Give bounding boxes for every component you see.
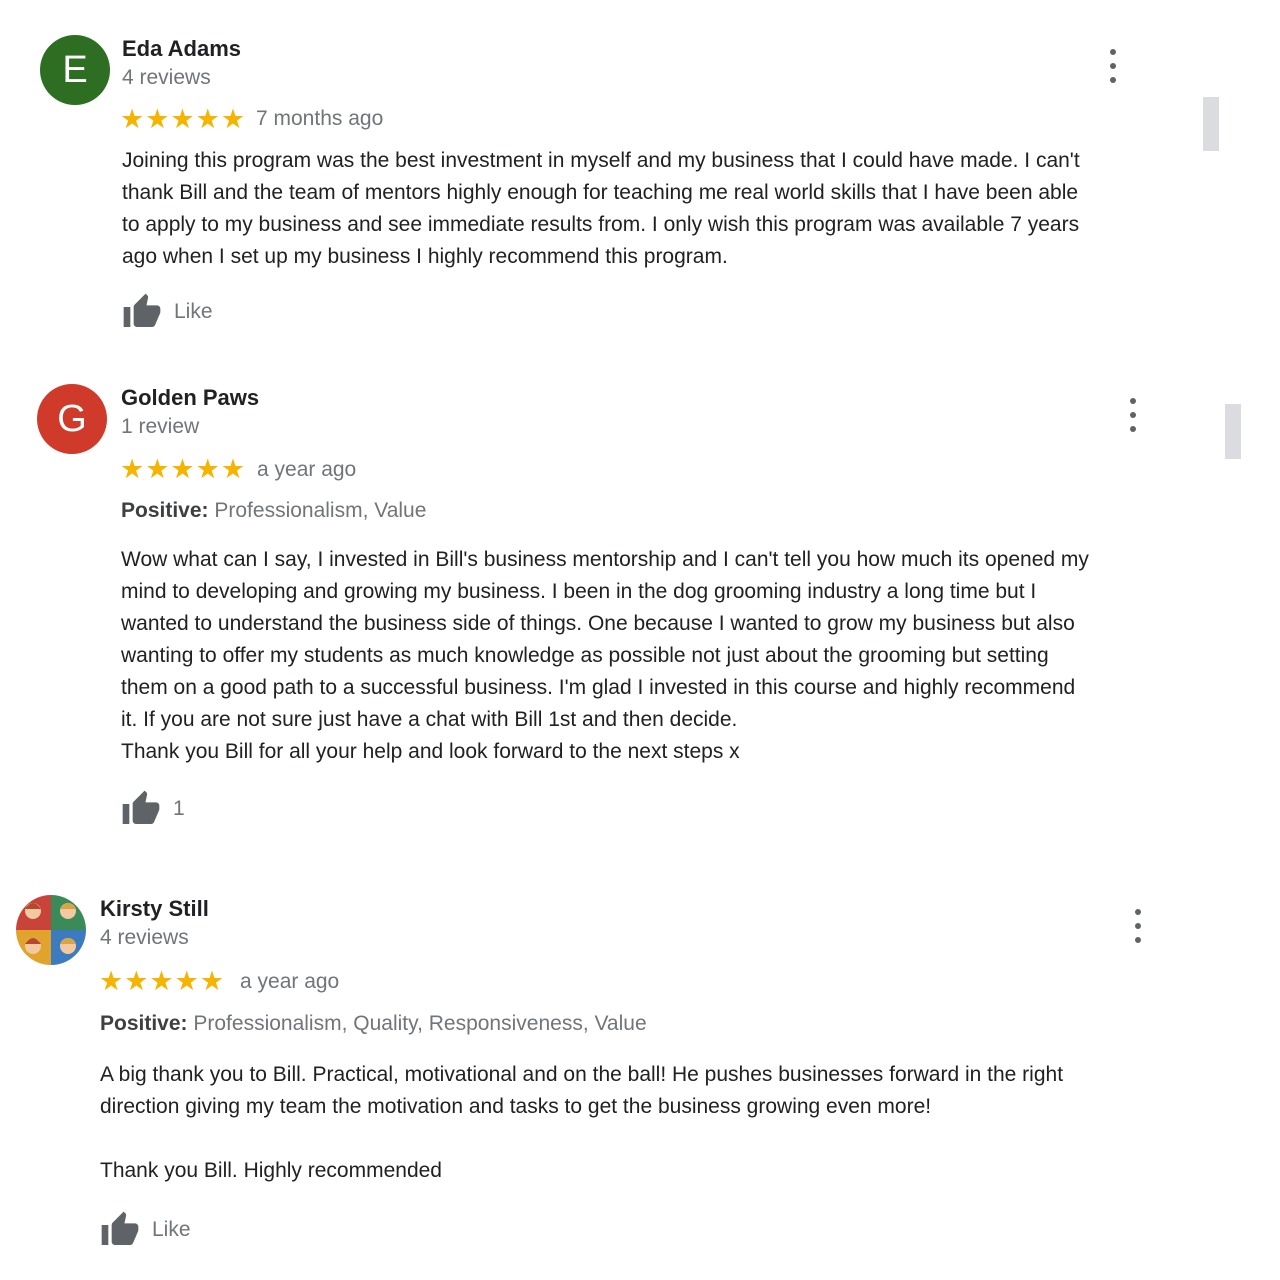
review-time: a year ago: [257, 458, 357, 481]
review-text: A big thank you to Bill. Practical, moti…: [100, 1063, 1064, 1182]
reviewer-review-count: 4 reviews: [122, 66, 211, 89]
star-rating: ★★★★★: [120, 104, 247, 134]
reviewer-name[interactable]: Eda Adams: [122, 36, 241, 62]
like-label: Like: [152, 1218, 191, 1241]
more-vert-icon[interactable]: [1101, 49, 1125, 83]
like-count: 1: [173, 797, 185, 820]
positive-values: Professionalism, Quality, Responsiveness…: [193, 1012, 647, 1035]
review-text: Joining this program was the best invest…: [122, 149, 1080, 268]
star-rating: ★★★★★: [120, 454, 247, 484]
scrollbar-thumb[interactable]: [1225, 404, 1241, 459]
review-time: 7 months ago: [256, 107, 384, 130]
avatar[interactable]: [16, 895, 86, 965]
more-vert-icon[interactable]: [1126, 909, 1150, 943]
positive-label: Positive:: [121, 499, 209, 522]
star-rating: ★★★★★: [99, 966, 226, 996]
positive-attributes: Positive: Professionalism, Value: [121, 499, 426, 523]
positive-values: Professionalism, Value: [214, 499, 427, 522]
like-button[interactable]: Like: [100, 1210, 191, 1250]
review-text: Wow what can I say, I invested in Bill's…: [121, 548, 1089, 763]
thumb-up-icon: [101, 1211, 139, 1245]
review-time: a year ago: [240, 970, 340, 993]
like-button[interactable]: 1: [121, 789, 185, 829]
reviewer-name[interactable]: Golden Paws: [121, 385, 259, 411]
reviewer-name[interactable]: Kirsty Still: [100, 896, 209, 922]
avatar[interactable]: E: [40, 35, 110, 105]
more-vert-icon[interactable]: [1121, 398, 1145, 432]
reviewer-review-count: 1 review: [121, 415, 200, 438]
positive-label: Positive:: [100, 1012, 188, 1035]
scrollbar-thumb[interactable]: [1203, 97, 1219, 151]
positive-attributes: Positive: Professionalism, Quality, Resp…: [100, 1012, 647, 1036]
like-label: Like: [174, 300, 213, 323]
avatar[interactable]: G: [37, 384, 107, 454]
like-button[interactable]: Like: [122, 292, 213, 332]
thumb-up-icon: [122, 790, 160, 824]
thumb-up-icon: [123, 293, 161, 327]
reviewer-review-count: 4 reviews: [100, 926, 189, 949]
